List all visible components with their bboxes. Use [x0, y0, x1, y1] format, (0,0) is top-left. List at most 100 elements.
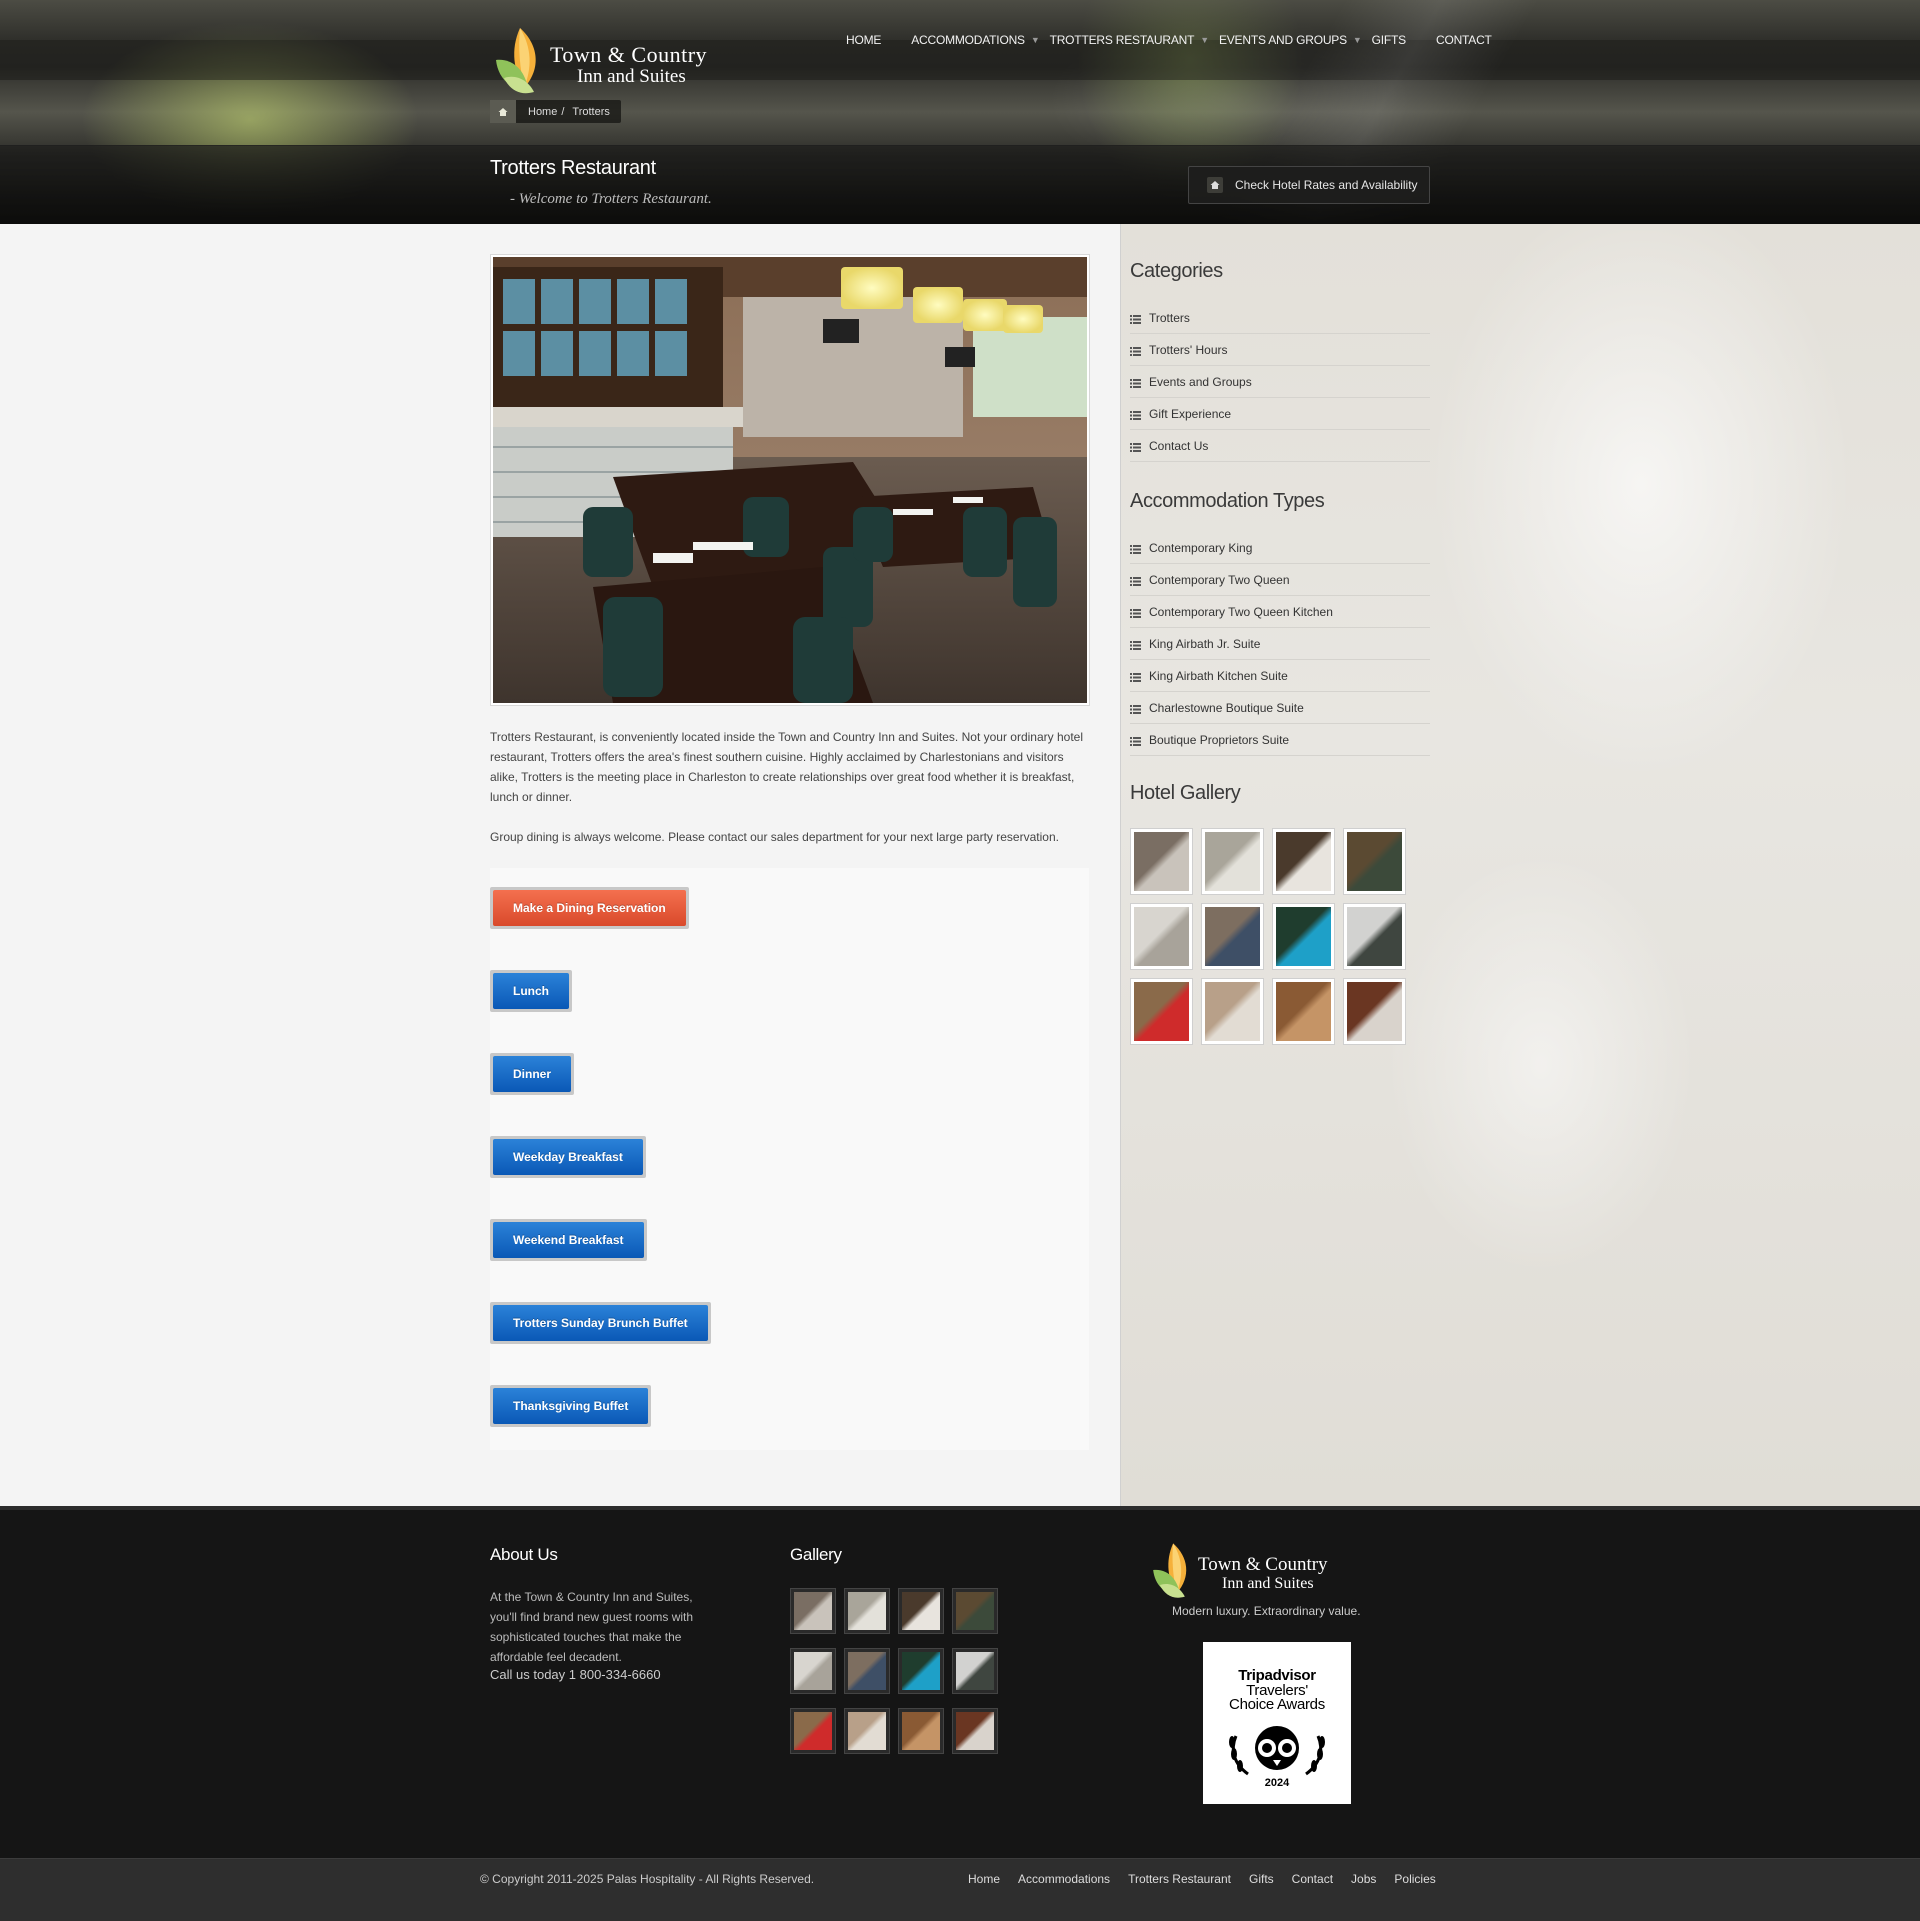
gallery-photo [794, 1652, 832, 1690]
gallery-photo [794, 1592, 832, 1630]
footer-link[interactable]: Gifts [1249, 1872, 1274, 1886]
sidebar-link[interactable]: King Airbath Kitchen Suite [1130, 660, 1430, 692]
sidebar-link[interactable]: King Airbath Jr. Suite [1130, 628, 1430, 660]
footer-gallery-thumbnail[interactable] [790, 1648, 836, 1694]
footer-gallery-thumbnail[interactable] [952, 1588, 998, 1634]
intro-paragraph: Trotters Restaurant, is conveniently loc… [490, 730, 1083, 804]
title-band [0, 145, 1920, 224]
tagline: Modern luxury. Extraordinary value. [1172, 1604, 1361, 1618]
nav-item-trotters-restaurant[interactable]: Trotters Restaurant ▼ [1049, 30, 1210, 50]
gallery-thumbnail[interactable] [1272, 903, 1335, 970]
sidebar-link-label: Contemporary Two Queen [1149, 572, 1290, 587]
gallery-photo [794, 1712, 832, 1750]
footer-gallery-thumbnail[interactable] [898, 1708, 944, 1754]
footer-link[interactable]: Contact [1292, 1872, 1333, 1886]
sidebar-link[interactable]: Contact Us [1130, 430, 1430, 462]
menu-button-label: Lunch [493, 973, 569, 1009]
nav-item-label: Trotters Restaurant [1049, 33, 1195, 47]
sidebar-link-label: Boutique Proprietors Suite [1149, 732, 1290, 747]
footer-gallery-thumbnail[interactable] [790, 1708, 836, 1754]
gallery-thumbnail[interactable] [1343, 828, 1406, 895]
gallery-photo [848, 1592, 886, 1630]
sidebar-link[interactable]: Trotters [1130, 302, 1430, 334]
sidebar-link[interactable]: Charlestowne Boutique Suite [1130, 692, 1430, 724]
site-logo[interactable]: Town & Country Inn and Suites [490, 24, 740, 96]
footer-gallery-thumbnail[interactable] [844, 1588, 890, 1634]
list-icon [1130, 671, 1141, 682]
sidebar-link-label: King Airbath Jr. Suite [1149, 636, 1261, 651]
menu-button-label: Weekend Breakfast [493, 1222, 644, 1258]
gallery-thumbnail[interactable] [1343, 903, 1406, 970]
footer-link[interactable]: Policies [1394, 1872, 1435, 1886]
sidebar-link[interactable]: Contemporary King [1130, 532, 1430, 564]
nav-item-label: Events and Groups [1218, 33, 1347, 47]
sidebar-link-label: King Airbath Kitchen Suite [1149, 668, 1288, 683]
gallery-thumbnail[interactable] [1201, 978, 1264, 1045]
menu-button[interactable]: Lunch [490, 970, 572, 1012]
nav-item-home[interactable]: Home [846, 30, 881, 50]
sidebar-link[interactable]: Contemporary Two Queen [1130, 564, 1430, 596]
footer-gallery-thumbnail[interactable] [898, 1588, 944, 1634]
gallery-thumbnail[interactable] [1272, 978, 1335, 1045]
menu-button-label: Thanksgiving Buffet [493, 1388, 649, 1424]
sidebar-link[interactable]: Gift Experience [1130, 398, 1430, 430]
gallery-photo [1347, 832, 1402, 891]
gallery-thumbnail[interactable] [1130, 828, 1193, 895]
breadcrumb-current[interactable]: Trotters [572, 106, 610, 118]
nav-item-label: Home [846, 33, 882, 47]
copyright-text: © Copyright 2011-2025 Palas Hospitality … [480, 1872, 815, 1886]
gallery-thumbnail[interactable] [1201, 828, 1264, 895]
footer-gallery-thumbnail[interactable] [952, 1708, 998, 1754]
nav-item-contact[interactable]: Contact [1436, 30, 1492, 50]
footer-gallery-thumbnail[interactable] [790, 1588, 836, 1634]
page-subtitle: - Welcome to Trotters Restaurant. [510, 191, 712, 207]
sidebar-link[interactable]: Events and Groups [1130, 366, 1430, 398]
footer-link[interactable]: Jobs [1351, 1872, 1376, 1886]
nav-item-gifts[interactable]: Gifts [1372, 30, 1407, 50]
menu-button[interactable]: Trotters Sunday Brunch Buffet [490, 1302, 711, 1344]
gallery-photo [1347, 907, 1402, 966]
footer-gallery-thumbnail[interactable] [952, 1648, 998, 1694]
gallery-thumbnail[interactable] [1130, 903, 1193, 970]
sidebar-link-label: Trotters [1149, 310, 1190, 325]
footer-logo[interactable]: Town & Country Inn and Suites [1148, 1540, 1388, 1600]
nav-item-events-and-groups[interactable]: Events and Groups ▼ [1219, 30, 1362, 50]
sidebar-link[interactable]: Trotters' Hours [1130, 334, 1430, 366]
gallery-thumbnail[interactable] [1201, 903, 1264, 970]
dining-reservation-button[interactable]: Make a Dining Reservation [490, 887, 689, 929]
menu-button[interactable]: Thanksgiving Buffet [490, 1385, 652, 1427]
check-rates-button[interactable]: Check Hotel Rates and Availability [1188, 166, 1430, 204]
footer-gallery-thumbnail[interactable] [844, 1708, 890, 1754]
footer-link[interactable]: Home [968, 1872, 1000, 1886]
sidebar-link-label: Contemporary Two Queen Kitchen [1149, 604, 1333, 619]
logo-text: Inn and Suites [577, 66, 686, 87]
list-icon [1130, 313, 1141, 324]
footer-gallery-thumbnail[interactable] [898, 1648, 944, 1694]
breadcrumb-home-icon[interactable] [490, 100, 516, 123]
tripadvisor-award-badge[interactable]: Tripadvisor Travelers' Choice Awards 202… [1203, 1642, 1351, 1804]
gallery-thumbnail[interactable] [1272, 828, 1335, 895]
accommodation-types-list: Contemporary King Contemporary Two Queen C… [1130, 532, 1430, 756]
list-icon [1130, 703, 1141, 714]
list-icon [1130, 441, 1141, 452]
footer-link[interactable]: Accommodations [1018, 1872, 1110, 1886]
accommodation-types-heading: Accommodation Types [1130, 490, 1325, 512]
nav-item-accommodations[interactable]: Accommodations ▼ [911, 30, 1040, 50]
categories-heading: Categories [1130, 260, 1223, 282]
sidebar-link[interactable]: Boutique Proprietors Suite [1130, 724, 1430, 756]
list-icon [1130, 639, 1141, 650]
nav-item-label: Accommodations [911, 33, 1025, 47]
logo-text: Town & Country [550, 42, 708, 67]
gallery-photo [1347, 982, 1402, 1041]
menu-button[interactable]: Dinner [490, 1053, 575, 1095]
menu-button[interactable]: Weekday Breakfast [490, 1136, 646, 1178]
menu-button[interactable]: Weekend Breakfast [490, 1219, 647, 1261]
breadcrumb-home-link[interactable]: Home [528, 106, 557, 118]
footer-gallery-thumbnail[interactable] [844, 1648, 890, 1694]
gallery-thumbnail[interactable] [1343, 978, 1406, 1045]
gallery-thumbnail[interactable] [1130, 978, 1193, 1045]
dining-reservation-label: Make a Dining Reservation [493, 890, 686, 926]
footer-link[interactable]: Trotters Restaurant [1128, 1872, 1231, 1886]
gallery-photo [1276, 982, 1331, 1041]
sidebar-link[interactable]: Contemporary Two Queen Kitchen [1130, 596, 1430, 628]
